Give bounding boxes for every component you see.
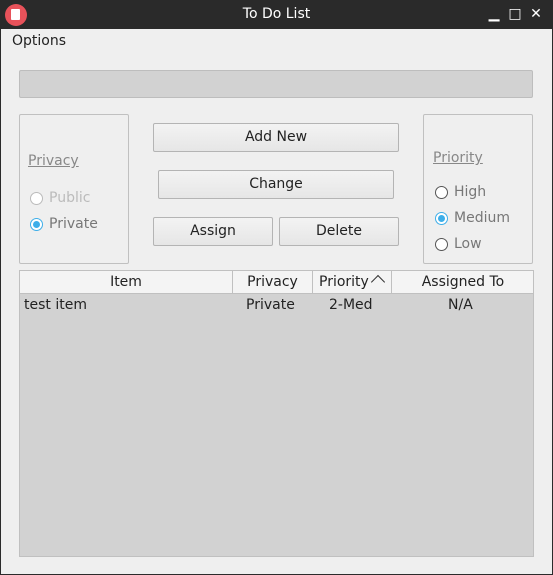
privacy-group: Privacy Public Private: [19, 114, 129, 264]
radio-private[interactable]: Private: [30, 216, 98, 232]
add-new-button[interactable]: Add New: [153, 123, 399, 152]
column-header-privacy[interactable]: Privacy: [233, 271, 313, 293]
column-header-priority-label: Priority: [319, 274, 369, 290]
radio-medium-label: Medium: [454, 210, 510, 226]
radio-high[interactable]: High: [435, 184, 486, 200]
cell-assigned-to: N/A: [448, 297, 473, 313]
sort-ascending-icon: [370, 274, 386, 290]
radio-low[interactable]: Low: [435, 236, 482, 252]
cell-priority: 2-Med: [329, 297, 373, 313]
maximize-button[interactable]: □: [506, 4, 524, 24]
cell-item: test item: [24, 297, 87, 313]
radio-medium[interactable]: Medium: [435, 210, 510, 226]
priority-group-title: Priority: [433, 150, 483, 166]
priority-group: Priority High Medium Low: [423, 114, 533, 264]
radio-public-indicator: [30, 191, 43, 205]
minimize-button[interactable]: ▁: [485, 4, 503, 24]
todo-table[interactable]: Item Privacy Priority Assigned To test i…: [19, 270, 534, 557]
close-button[interactable]: ✕: [527, 4, 545, 24]
main-window: Options Privacy Public Private Add New C…: [1, 29, 552, 574]
assign-button[interactable]: Assign: [153, 217, 273, 246]
column-header-assigned-to[interactable]: Assigned To: [393, 271, 533, 293]
radio-low-indicator: [435, 237, 448, 251]
menu-options[interactable]: Options: [12, 33, 66, 49]
radio-public-label: Public: [49, 190, 91, 206]
privacy-group-title: Privacy: [28, 153, 79, 169]
radio-low-label: Low: [454, 236, 482, 252]
change-button[interactable]: Change: [158, 170, 394, 199]
radio-medium-indicator: [435, 211, 448, 225]
progress-bar: [19, 70, 533, 98]
radio-high-indicator: [435, 185, 448, 199]
radio-high-label: High: [454, 184, 487, 200]
cell-privacy: Private: [246, 297, 295, 313]
radio-public[interactable]: Public: [30, 190, 90, 206]
column-header-item[interactable]: Item: [20, 271, 233, 293]
window-title: To Do List: [242, 6, 311, 22]
title-bar[interactable]: To Do List ▁ □ ✕: [0, 0, 553, 29]
radio-private-label: Private: [49, 216, 98, 232]
column-header-priority[interactable]: Priority: [313, 271, 392, 293]
table-header: Item Privacy Priority Assigned To: [20, 271, 533, 294]
delete-button[interactable]: Delete: [279, 217, 399, 246]
radio-private-indicator: [30, 217, 43, 231]
